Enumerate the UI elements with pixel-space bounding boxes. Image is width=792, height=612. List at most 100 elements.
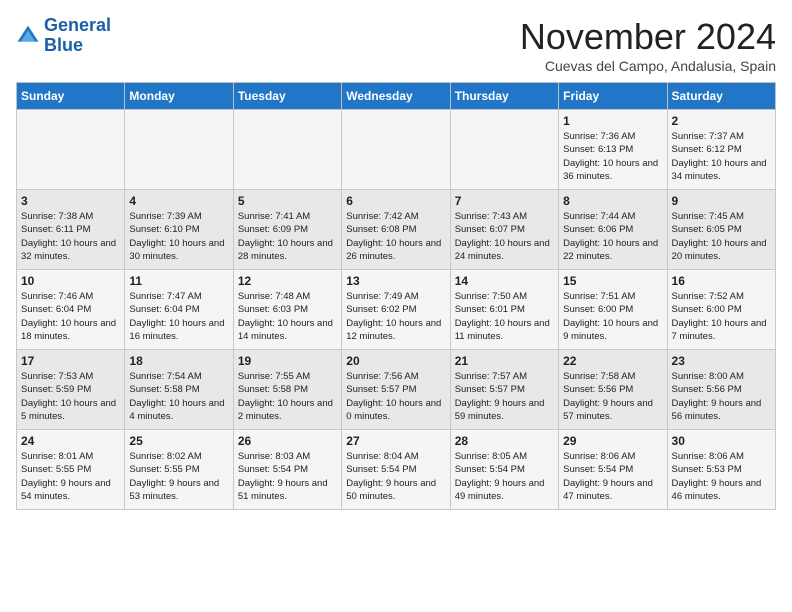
day-number: 29 <box>563 434 662 448</box>
day-info: Sunrise: 8:06 AM Sunset: 5:53 PM Dayligh… <box>672 450 771 503</box>
day-info: Sunrise: 7:52 AM Sunset: 6:00 PM Dayligh… <box>672 290 771 343</box>
day-cell <box>342 110 450 190</box>
week-row-1: 1 Sunrise: 7:36 AM Sunset: 6:13 PM Daylig… <box>17 110 776 190</box>
day-number: 8 <box>563 194 662 208</box>
day-number: 18 <box>129 354 228 368</box>
day-info: Sunrise: 8:05 AM Sunset: 5:54 PM Dayligh… <box>455 450 554 503</box>
day-number: 30 <box>672 434 771 448</box>
week-row-5: 24Sunrise: 8:01 AM Sunset: 5:55 PM Dayli… <box>17 430 776 510</box>
day-number: 5 <box>238 194 337 208</box>
day-info: Sunrise: 7:56 AM Sunset: 5:57 PM Dayligh… <box>346 370 445 423</box>
day-number: 17 <box>21 354 120 368</box>
day-info: Sunrise: 8:06 AM Sunset: 5:54 PM Dayligh… <box>563 450 662 503</box>
day-number: 7 <box>455 194 554 208</box>
day-number: 28 <box>455 434 554 448</box>
day-cell: 20 Sunrise: 7:56 AM Sunset: 5:57 PM Dayli… <box>342 350 450 430</box>
day-info: Sunrise: 7:39 AM Sunset: 6:10 PM Dayligh… <box>129 210 228 263</box>
day-info: Sunrise: 7:43 AM Sunset: 6:07 PM Dayligh… <box>455 210 554 263</box>
day-cell: 10 Sunrise: 7:46 AM Sunset: 6:04 PM Dayli… <box>17 270 125 350</box>
day-info: Sunrise: 7:49 AM Sunset: 6:02 PM Dayligh… <box>346 290 445 343</box>
day-number: 3 <box>21 194 120 208</box>
day-cell: 6Sunrise: 7:42 AM Sunset: 6:08 PM Daylig… <box>342 190 450 270</box>
day-cell: 7 Sunrise: 7:43 AM Sunset: 6:07 PM Daylig… <box>450 190 558 270</box>
day-number: 13 <box>346 274 445 288</box>
day-info: Sunrise: 7:57 AM Sunset: 5:57 PM Dayligh… <box>455 370 554 423</box>
day-header-monday: Monday <box>125 83 233 110</box>
day-info: Sunrise: 7:48 AM Sunset: 6:03 PM Dayligh… <box>238 290 337 343</box>
month-title: November 2024 <box>520 16 776 58</box>
day-cell: 8 Sunrise: 7:44 AM Sunset: 6:06 PM Daylig… <box>559 190 667 270</box>
day-header-sunday: Sunday <box>17 83 125 110</box>
day-info: Sunrise: 7:58 AM Sunset: 5:56 PM Dayligh… <box>563 370 662 423</box>
day-number: 9 <box>672 194 771 208</box>
day-info: Sunrise: 7:53 AM Sunset: 5:59 PM Dayligh… <box>21 370 120 423</box>
day-number: 27 <box>346 434 445 448</box>
day-cell: 14 Sunrise: 7:50 AM Sunset: 6:01 PM Dayli… <box>450 270 558 350</box>
day-number: 4 <box>129 194 228 208</box>
day-header-tuesday: Tuesday <box>233 83 341 110</box>
day-info: Sunrise: 7:46 AM Sunset: 6:04 PM Dayligh… <box>21 290 120 343</box>
day-info: Sunrise: 8:02 AM Sunset: 5:55 PM Dayligh… <box>129 450 228 503</box>
day-header-thursday: Thursday <box>450 83 558 110</box>
header-row: SundayMondayTuesdayWednesdayThursdayFrid… <box>17 83 776 110</box>
day-info: Sunrise: 7:41 AM Sunset: 6:09 PM Dayligh… <box>238 210 337 263</box>
day-cell: 22 Sunrise: 7:58 AM Sunset: 5:56 PM Dayli… <box>559 350 667 430</box>
week-row-2: 3 Sunrise: 7:38 AM Sunset: 6:11 PM Daylig… <box>17 190 776 270</box>
day-info: Sunrise: 7:55 AM Sunset: 5:58 PM Dayligh… <box>238 370 337 423</box>
day-info: Sunrise: 8:04 AM Sunset: 5:54 PM Dayligh… <box>346 450 445 503</box>
logo-line2: Blue <box>44 35 83 55</box>
day-cell: 11Sunrise: 7:47 AM Sunset: 6:04 PM Dayli… <box>125 270 233 350</box>
day-header-wednesday: Wednesday <box>342 83 450 110</box>
day-number: 16 <box>672 274 771 288</box>
day-cell: 5 Sunrise: 7:41 AM Sunset: 6:09 PM Daylig… <box>233 190 341 270</box>
day-cell <box>125 110 233 190</box>
logo-line1: General <box>44 15 111 35</box>
day-cell: 26 Sunrise: 8:03 AM Sunset: 5:54 PM Dayli… <box>233 430 341 510</box>
day-number: 10 <box>21 274 120 288</box>
day-info: Sunrise: 7:44 AM Sunset: 6:06 PM Dayligh… <box>563 210 662 263</box>
day-info: Sunrise: 7:47 AM Sunset: 6:04 PM Dayligh… <box>129 290 228 343</box>
day-cell: 28 Sunrise: 8:05 AM Sunset: 5:54 PM Dayli… <box>450 430 558 510</box>
day-number: 23 <box>672 354 771 368</box>
day-info: Sunrise: 8:03 AM Sunset: 5:54 PM Dayligh… <box>238 450 337 503</box>
day-cell: 16 Sunrise: 7:52 AM Sunset: 6:00 PM Dayli… <box>667 270 775 350</box>
day-number: 24 <box>21 434 120 448</box>
day-number: 14 <box>455 274 554 288</box>
week-row-4: 17 Sunrise: 7:53 AM Sunset: 5:59 PM Dayli… <box>17 350 776 430</box>
page-header: General Blue November 2024 Cuevas del Ca… <box>16 16 776 74</box>
day-cell: 4 Sunrise: 7:39 AM Sunset: 6:10 PM Daylig… <box>125 190 233 270</box>
day-info: Sunrise: 7:36 AM Sunset: 6:13 PM Dayligh… <box>563 130 662 183</box>
day-info: Sunrise: 8:00 AM Sunset: 5:56 PM Dayligh… <box>672 370 771 423</box>
day-number: 26 <box>238 434 337 448</box>
location-subtitle: Cuevas del Campo, Andalusia, Spain <box>520 58 776 74</box>
day-cell: 12Sunrise: 7:48 AM Sunset: 6:03 PM Dayli… <box>233 270 341 350</box>
day-number: 20 <box>346 354 445 368</box>
day-info: Sunrise: 7:50 AM Sunset: 6:01 PM Dayligh… <box>455 290 554 343</box>
day-header-saturday: Saturday <box>667 83 775 110</box>
day-cell <box>450 110 558 190</box>
day-number: 22 <box>563 354 662 368</box>
day-cell: 18 Sunrise: 7:54 AM Sunset: 5:58 PM Dayli… <box>125 350 233 430</box>
day-cell: 17 Sunrise: 7:53 AM Sunset: 5:59 PM Dayli… <box>17 350 125 430</box>
day-cell <box>17 110 125 190</box>
day-number: 2 <box>672 114 771 128</box>
day-cell: 25 Sunrise: 8:02 AM Sunset: 5:55 PM Dayli… <box>125 430 233 510</box>
day-info: Sunrise: 7:37 AM Sunset: 6:12 PM Dayligh… <box>672 130 771 183</box>
day-number: 25 <box>129 434 228 448</box>
day-info: Sunrise: 7:38 AM Sunset: 6:11 PM Dayligh… <box>21 210 120 263</box>
day-cell: 2 Sunrise: 7:37 AM Sunset: 6:12 PM Daylig… <box>667 110 775 190</box>
day-info: Sunrise: 7:54 AM Sunset: 5:58 PM Dayligh… <box>129 370 228 423</box>
day-number: 1 <box>563 114 662 128</box>
day-cell: 29 Sunrise: 8:06 AM Sunset: 5:54 PM Dayli… <box>559 430 667 510</box>
day-info: Sunrise: 7:51 AM Sunset: 6:00 PM Dayligh… <box>563 290 662 343</box>
day-cell: 19 Sunrise: 7:55 AM Sunset: 5:58 PM Dayli… <box>233 350 341 430</box>
day-cell: 30 Sunrise: 8:06 AM Sunset: 5:53 PM Dayli… <box>667 430 775 510</box>
day-cell: 21Sunrise: 7:57 AM Sunset: 5:57 PM Dayli… <box>450 350 558 430</box>
day-number: 19 <box>238 354 337 368</box>
day-number: 15 <box>563 274 662 288</box>
logo-icon <box>16 24 40 48</box>
calendar-table: SundayMondayTuesdayWednesdayThursdayFrid… <box>16 82 776 510</box>
day-header-friday: Friday <box>559 83 667 110</box>
day-cell: 13 Sunrise: 7:49 AM Sunset: 6:02 PM Dayli… <box>342 270 450 350</box>
day-cell: 9Sunrise: 7:45 AM Sunset: 6:05 PM Daylig… <box>667 190 775 270</box>
